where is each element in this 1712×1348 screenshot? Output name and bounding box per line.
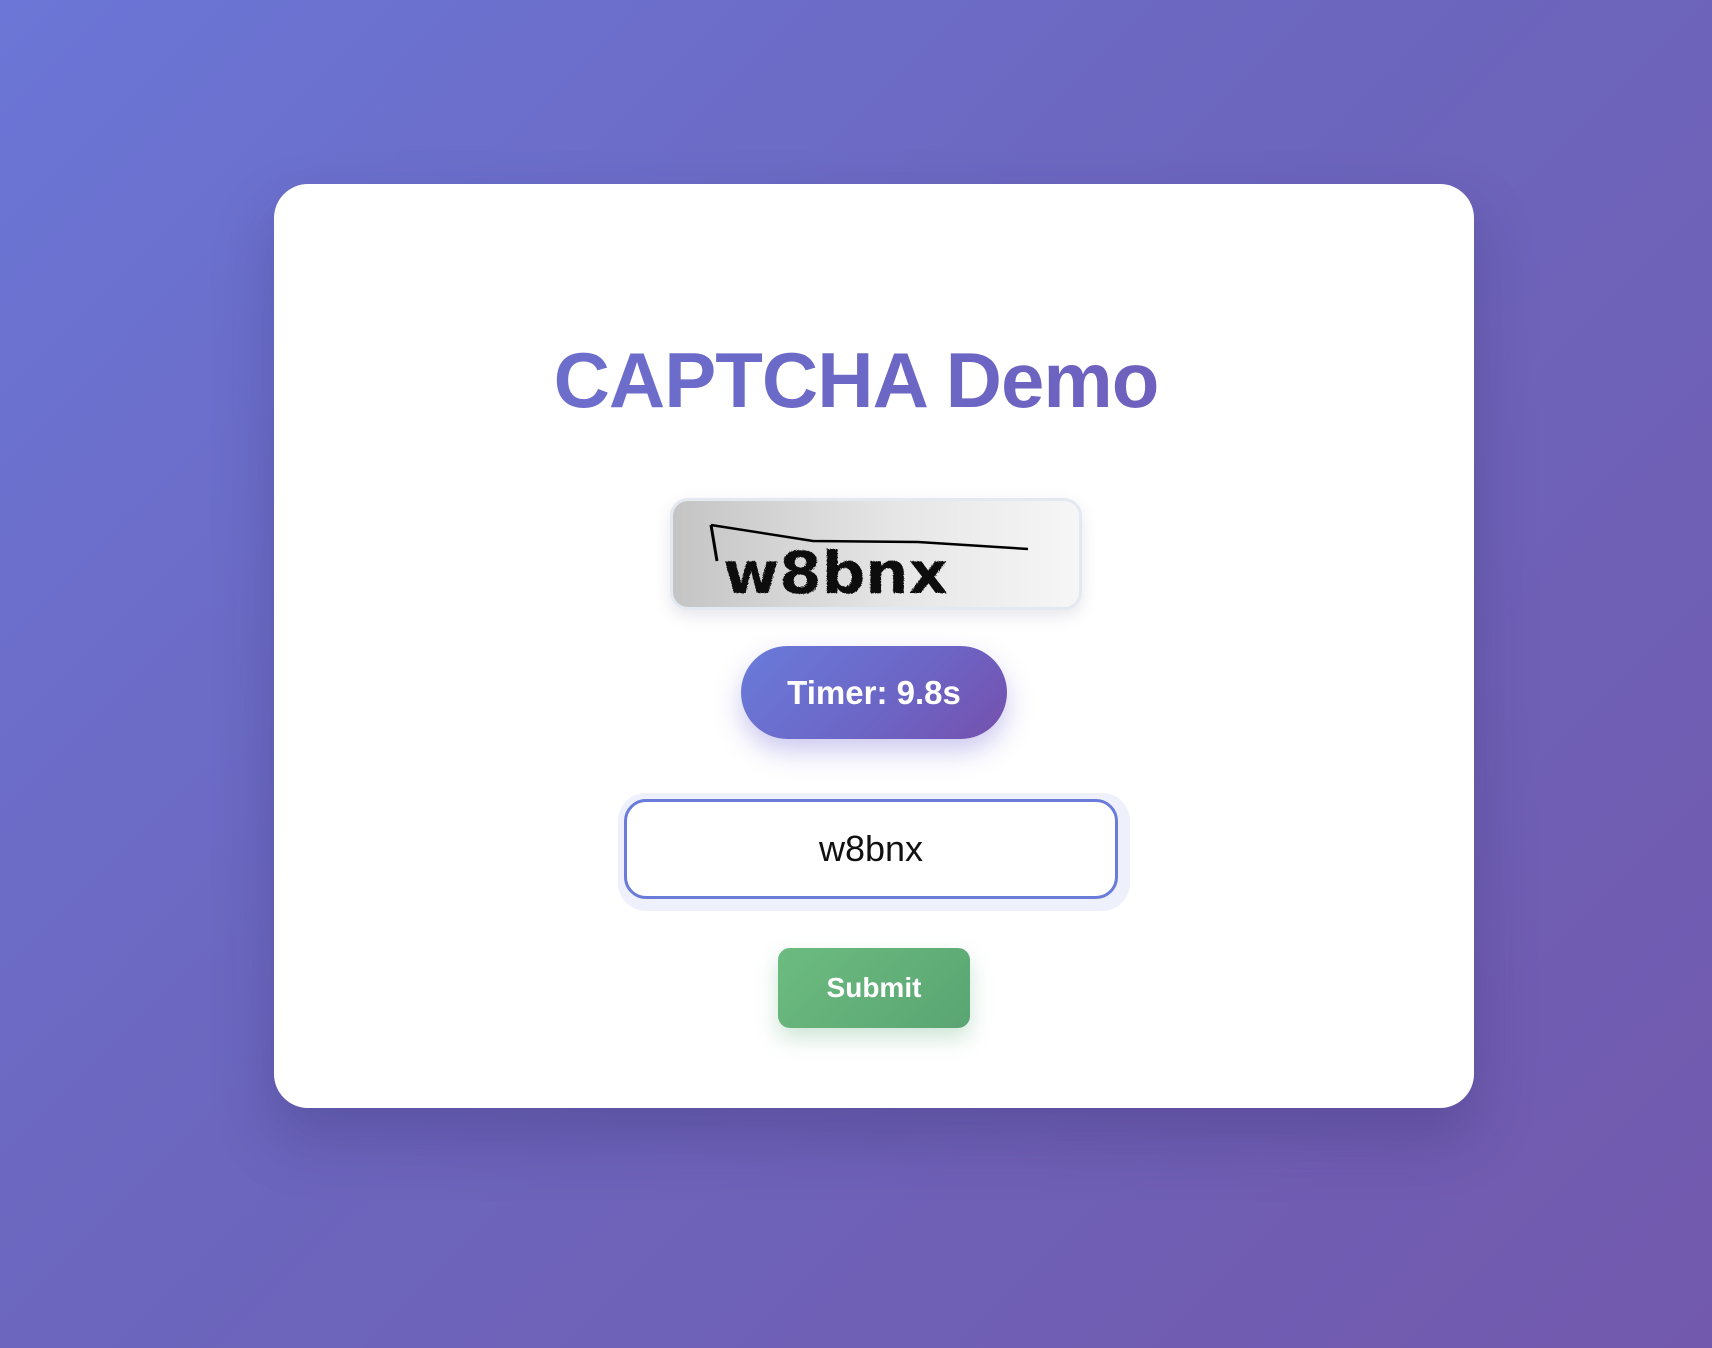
answer-input-focus-ring: [618, 793, 1130, 911]
captcha-answer-input[interactable]: [624, 799, 1118, 899]
captcha-graphic: w8bnx: [673, 501, 1079, 607]
page-title: CAPTCHA Demo: [0, 330, 1712, 430]
submit-button[interactable]: Submit: [778, 948, 970, 1028]
captcha-text: w8bnx: [723, 539, 948, 607]
captcha-image: w8bnx: [670, 498, 1082, 610]
timer-badge: Timer: 9.8s: [741, 646, 1007, 739]
